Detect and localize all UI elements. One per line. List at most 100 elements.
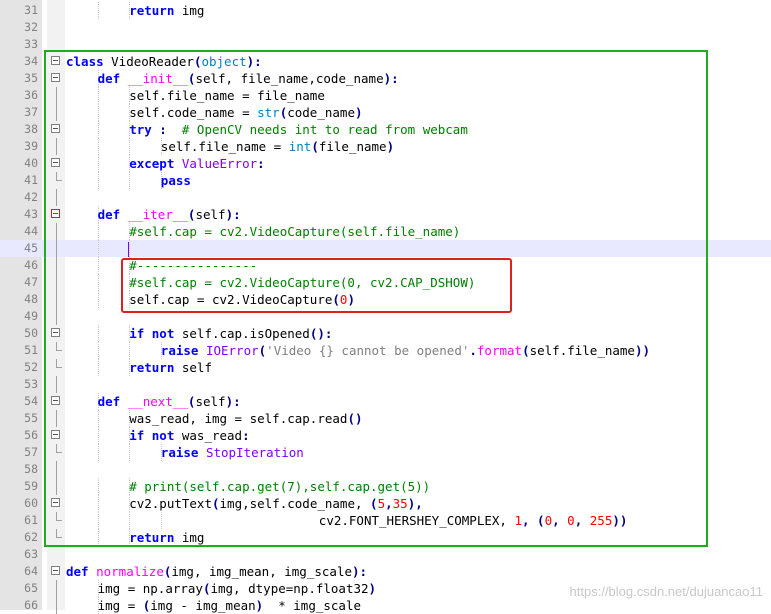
token: StopIteration — [205, 445, 304, 460]
code-line[interactable]: 31 return img — [0, 2, 771, 19]
indent-guide — [97, 359, 99, 376]
code-text: cv2.putText(img,self.code_name, (5,35), — [129, 495, 423, 512]
code-line[interactable]: 66 img = (img - img_mean) * img_scale — [0, 597, 771, 614]
token: str — [257, 105, 280, 120]
code-line[interactable]: 57 raise StopIteration — [0, 444, 771, 461]
code-line[interactable]: 59 # print(self.cap.get(7),self.cap.get(5… — [0, 478, 771, 495]
code-line[interactable]: 42 — [0, 189, 771, 206]
code-line[interactable]: 38 try : # OpenCV needs int to read from … — [0, 121, 771, 138]
code-line[interactable]: 45 — [0, 240, 771, 257]
code-line[interactable]: 39 self.file_name = int(file_name) — [0, 138, 771, 155]
code-line[interactable]: 58 — [0, 461, 771, 478]
text-caret — [128, 242, 129, 257]
token: 1 — [514, 513, 522, 528]
token: def — [97, 207, 128, 222]
code-line[interactable]: 34 class VideoReader(object): — [0, 53, 771, 70]
token: , ( — [522, 513, 545, 528]
code-line[interactable]: 33 — [0, 36, 771, 53]
token: self.code_name = — [129, 105, 258, 120]
code-line[interactable]: 54 def __next__(self): — [0, 393, 771, 410]
code-line[interactable]: 60 cv2.putText(img,self.code_name, (5,35)… — [0, 495, 771, 512]
code-line[interactable]: 35 def __init__(self, file_name,code_name… — [0, 70, 771, 87]
line-number: 46 — [24, 258, 38, 272]
token: #---------------- — [129, 258, 258, 273]
code-line[interactable]: 47 #self.cap = cv2.VideoCapture(0, cv2.CA… — [0, 274, 771, 291]
code-line[interactable]: 55 was_read, img = self.cap.read() — [0, 410, 771, 427]
fold-line — [56, 308, 57, 325]
line-number: 43 — [24, 207, 38, 221]
token: ) — [347, 292, 355, 307]
fold-end-marker — [56, 444, 62, 453]
indent-guide — [97, 138, 99, 155]
token: if not — [129, 428, 182, 443]
code-line[interactable]: 41 pass — [0, 172, 771, 189]
indent-guide — [97, 529, 99, 546]
token: # OpenCV needs int to read from webcam — [166, 122, 468, 137]
code-line[interactable]: 40 except ValueError: — [0, 155, 771, 172]
fold-toggle-icon[interactable] — [51, 56, 60, 65]
code-line[interactable]: 51 raise IOError ('Video {} cannot be open… — [0, 342, 771, 359]
fold-toggle-icon[interactable] — [51, 73, 60, 82]
token: return — [129, 360, 182, 375]
token: #self.cap = cv2.VideoCapture(0, cv2.CAP_… — [129, 275, 476, 290]
fold-line — [56, 189, 57, 206]
token: except — [129, 156, 182, 171]
code-line[interactable]: 32 — [0, 19, 771, 36]
token: cv2.FONT_HERSHEY_COMPLEX, — [318, 513, 515, 528]
token: VideoReader — [111, 54, 194, 69]
code-line[interactable]: 43 def __iter__(self): — [0, 206, 771, 223]
line-number: 61 — [24, 513, 38, 527]
code-line[interactable]: 53 — [0, 376, 771, 393]
code-line[interactable]: 37 self.code_name = str(code_name) — [0, 104, 771, 121]
indent-guide — [97, 291, 99, 308]
line-number: 51 — [24, 343, 38, 357]
code-line[interactable]: 36 self.file_name = file_name — [0, 87, 771, 104]
code-line[interactable]: 63 — [0, 546, 771, 563]
line-number: 45 — [24, 241, 38, 255]
code-line[interactable]: 44 #self.cap = cv2.VideoCapture(self.file… — [0, 223, 771, 240]
fold-line — [56, 376, 57, 393]
code-line[interactable]: 64 def normalize(img, img_mean, img_scale… — [0, 563, 771, 580]
token: self — [195, 394, 226, 409]
token: . — [469, 343, 477, 358]
line-number: 48 — [24, 292, 38, 306]
code-editor[interactable]: 31 return img 32 33 34 class VideoReader(obje… — [0, 0, 771, 614]
fold-end-marker — [56, 529, 62, 538]
code-line[interactable]: 46 #---------------- — [0, 257, 771, 274]
line-number: 56 — [24, 428, 38, 442]
token: , — [552, 513, 568, 528]
code-line[interactable]: 62 return img — [0, 529, 771, 546]
indent-guide — [129, 240, 131, 257]
fold-toggle-icon[interactable] — [51, 124, 60, 133]
fold-toggle-icon[interactable] — [51, 158, 60, 167]
code-line[interactable]: 49 — [0, 308, 771, 325]
token: class — [66, 54, 112, 69]
token: # print(self.cap.get(7),self.cap.get(5)) — [129, 479, 431, 494]
indent-guide — [97, 478, 99, 495]
code-line[interactable]: 48 self.cap = cv2.VideoCapture(0) — [0, 291, 771, 308]
code-text: class VideoReader(object): — [66, 53, 262, 70]
line-number: 44 — [24, 224, 38, 238]
token: )) — [612, 513, 628, 528]
fold-toggle-icon[interactable] — [51, 209, 60, 218]
indent-guide — [97, 257, 99, 274]
code-text: return self — [129, 359, 212, 376]
code-text: self.file_name = int(file_name) — [161, 138, 394, 155]
code-line[interactable]: 56 if not was_read: — [0, 427, 771, 444]
token: object — [201, 54, 247, 69]
fold-end-marker — [56, 342, 62, 351]
code-line[interactable]: 61 cv2.FONT_HERSHEY_COMPLEX, 1, (0, 0, 25… — [0, 512, 771, 529]
fold-toggle-icon[interactable] — [51, 328, 60, 337]
token: __init__ — [127, 71, 188, 86]
fold-toggle-icon[interactable] — [51, 498, 60, 507]
fold-toggle-icon[interactable] — [51, 396, 60, 405]
token: img - img_mean — [150, 598, 256, 613]
token: ): — [225, 207, 241, 222]
fold-toggle-icon[interactable] — [51, 430, 60, 439]
token: img — [181, 3, 205, 18]
code-text: raise StopIteration — [161, 444, 304, 461]
fold-toggle-icon[interactable] — [51, 566, 60, 575]
indent-guide — [97, 325, 99, 342]
code-line[interactable]: 52 return self — [0, 359, 771, 376]
code-line[interactable]: 50 if not self.cap.isOpened(): — [0, 325, 771, 342]
